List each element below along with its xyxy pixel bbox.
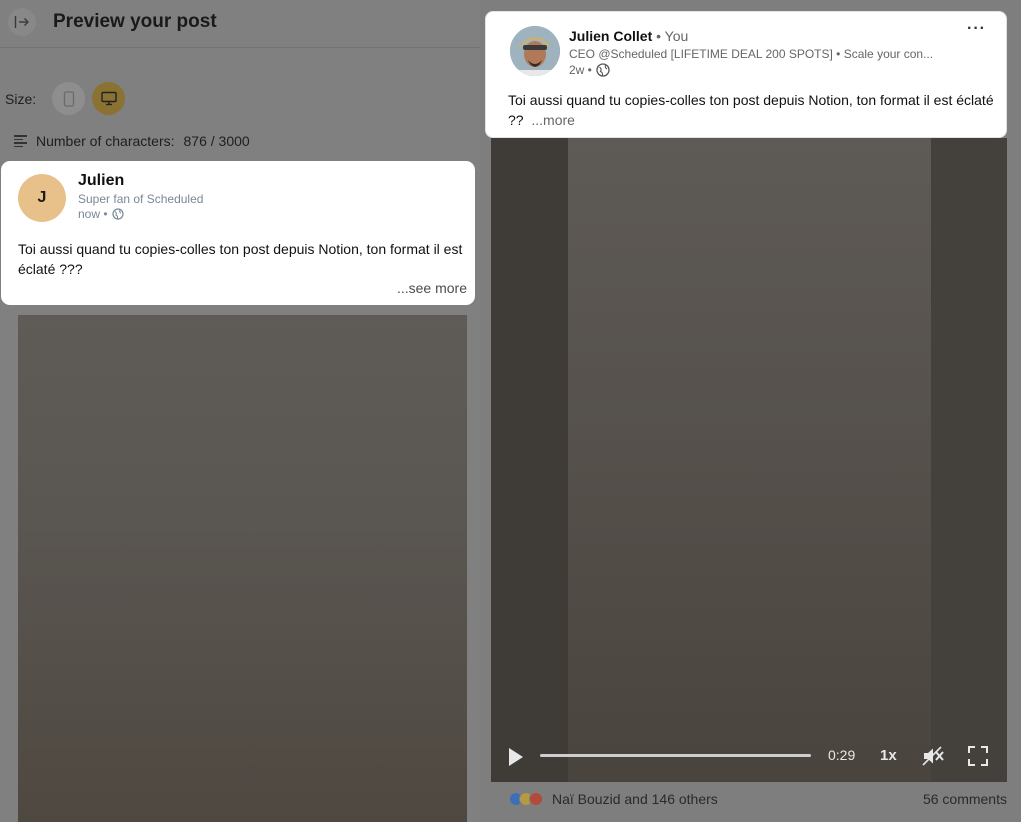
preview-video[interactable] xyxy=(18,315,467,822)
mute-icon[interactable] xyxy=(921,745,945,767)
avatar: J xyxy=(18,174,66,222)
post-text: Toi aussi quand tu copies-colles ton pos… xyxy=(18,241,463,277)
size-desktop-button[interactable] xyxy=(92,82,125,115)
video-progress-bar[interactable] xyxy=(540,754,811,757)
video-controls: 0:29 1x xyxy=(491,740,1007,776)
video-time: 0:29 xyxy=(828,747,856,763)
desktop-icon xyxy=(100,91,117,106)
page-title: Preview your post xyxy=(53,11,217,32)
see-more-link[interactable]: ...see more xyxy=(397,280,467,296)
linkedin-post-card: Julien Collet • You CEO @Scheduled [LIFE… xyxy=(485,11,1007,138)
comments-count[interactable]: 56 comments xyxy=(923,791,1007,807)
size-label: Size: xyxy=(5,91,37,107)
mobile-icon xyxy=(63,90,74,107)
post-time: 2w • xyxy=(569,63,610,77)
author-subtitle: Super fan of Scheduled xyxy=(78,192,204,206)
reaction-icons[interactable] xyxy=(509,792,543,806)
post-menu-button[interactable]: ··· xyxy=(967,20,986,38)
author-name: Julien xyxy=(78,172,125,189)
post-text-body: Toi aussi quand tu copies-colles ton pos… xyxy=(508,92,994,128)
video-letterbox-left xyxy=(491,138,568,782)
post-time-text: now • xyxy=(78,207,108,221)
author-avatar[interactable] xyxy=(510,26,560,76)
character-count-value: 876 / 3000 xyxy=(183,133,250,149)
globe-icon xyxy=(596,63,610,77)
character-count: Number of characters: 876 / 3000 xyxy=(14,133,250,149)
collapse-panel-button[interactable] xyxy=(8,8,36,36)
author-name[interactable]: Julien Collet xyxy=(569,28,652,44)
character-count-label: Number of characters: xyxy=(36,133,175,149)
globe-icon xyxy=(111,208,124,220)
preview-post-card: J Julien Super fan of Scheduled now • To… xyxy=(1,161,475,305)
reactions-bar: Naï Bouzid and 146 others 56 comments xyxy=(491,782,1007,822)
text-lines-icon xyxy=(14,135,27,147)
playback-speed-button[interactable]: 1x xyxy=(880,747,897,764)
author-name-row: Julien Collet • You xyxy=(569,28,688,44)
author-headline: CEO @Scheduled [LIFETIME DEAL 200 SPOTS]… xyxy=(569,47,934,61)
play-icon[interactable] xyxy=(509,748,523,766)
video-frame xyxy=(18,315,467,822)
collapse-icon xyxy=(14,16,29,28)
love-icon xyxy=(529,792,543,806)
reactions-summary[interactable]: Naï Bouzid and 146 others xyxy=(552,791,718,807)
preview-panel: Preview your post Size: Number of charac… xyxy=(0,0,480,822)
size-mobile-button[interactable] xyxy=(52,82,85,115)
post-time-text: 2w • xyxy=(569,63,592,77)
you-label: • You xyxy=(656,28,689,44)
video-player[interactable] xyxy=(491,138,1007,782)
post-time: now • xyxy=(78,207,124,221)
video-frame xyxy=(568,138,931,782)
post-text: Toi aussi quand tu copies-colles ton pos… xyxy=(508,90,998,130)
preview-header: Preview your post xyxy=(0,0,480,48)
profile-photo-icon xyxy=(510,26,560,76)
fullscreen-icon[interactable] xyxy=(967,745,989,767)
video-letterbox-right xyxy=(931,138,1007,782)
more-link[interactable]: ...more xyxy=(531,112,575,128)
